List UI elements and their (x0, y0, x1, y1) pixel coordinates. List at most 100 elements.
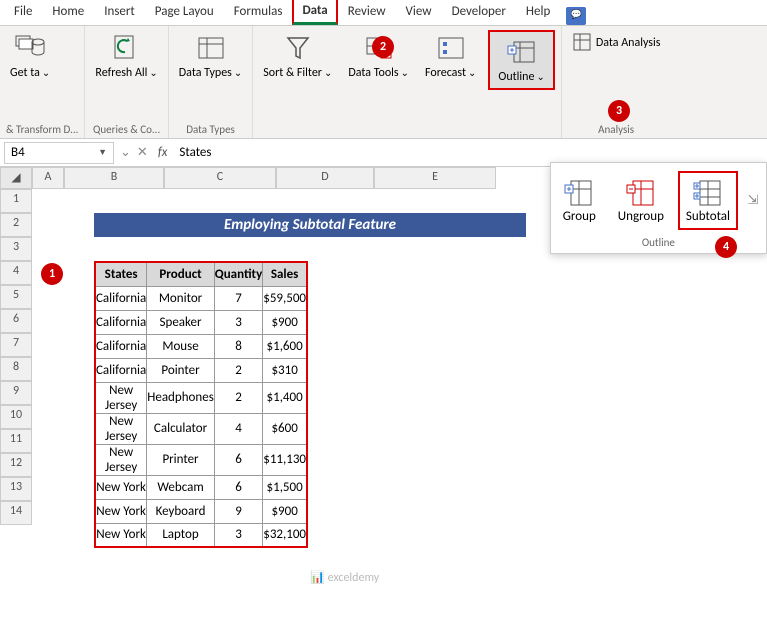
cell[interactable]: $11,130 (263, 444, 307, 475)
tab-developer[interactable]: Developer (442, 0, 516, 25)
table-row[interactable]: CaliforniaPointer2$310 (95, 358, 307, 382)
outline-button[interactable]: Outline (488, 30, 554, 90)
tab-data[interactable]: Data (292, 0, 337, 25)
row-8[interactable]: 8 (0, 357, 32, 381)
cell[interactable]: $600 (263, 413, 307, 444)
col-A[interactable]: A (32, 167, 64, 189)
tab-view[interactable]: View (396, 0, 442, 25)
row-1[interactable]: 1 (0, 189, 32, 213)
tab-file[interactable]: File (4, 0, 42, 25)
cell[interactable]: 3 (214, 310, 262, 334)
table-row[interactable]: New JerseyPrinter6$11,130 (95, 444, 307, 475)
cell[interactable]: 4 (214, 413, 262, 444)
tab-review[interactable]: Review (338, 0, 396, 25)
table-row[interactable]: New YorkWebcam6$1,500 (95, 475, 307, 499)
header-states[interactable]: States (95, 262, 147, 286)
row-4[interactable]: 4 (0, 261, 32, 285)
cell[interactable]: Mouse (147, 334, 215, 358)
cell[interactable]: New Jersey (95, 413, 147, 444)
cell[interactable]: $59,500 (263, 286, 307, 310)
header-sales[interactable]: Sales (263, 262, 307, 286)
cell[interactable]: New York (95, 523, 147, 547)
cell[interactable]: 9 (214, 499, 262, 523)
table-row[interactable]: CaliforniaMonitor7$59,500 (95, 286, 307, 310)
col-C[interactable]: C (164, 167, 276, 189)
cell[interactable]: $1,500 (263, 475, 307, 499)
cell[interactable]: $900 (263, 310, 307, 334)
table-row[interactable]: New JerseyCalculator4$600 (95, 413, 307, 444)
header-quantity[interactable]: Quantity (214, 262, 262, 286)
cell[interactable]: $1,600 (263, 334, 307, 358)
cell[interactable]: Printer (147, 444, 215, 475)
cell[interactable]: 8 (214, 334, 262, 358)
cell[interactable]: Laptop (147, 523, 215, 547)
row-9[interactable]: 9 (0, 381, 32, 405)
col-D[interactable]: D (276, 167, 374, 189)
expand-icon[interactable]: ⇲ (744, 171, 762, 230)
cell[interactable]: Pointer (147, 358, 215, 382)
group-button[interactable]: Group (555, 171, 604, 230)
refresh-all-button[interactable]: Refresh All (91, 30, 161, 82)
row-13[interactable]: 13 (0, 477, 32, 501)
cell[interactable]: 6 (214, 444, 262, 475)
cell[interactable]: Webcam (147, 475, 215, 499)
cancel-icon[interactable]: ✕ (137, 145, 148, 160)
sort-filter-button[interactable]: Sort & Filter (259, 30, 336, 90)
row-6[interactable]: 6 (0, 309, 32, 333)
row-14[interactable]: 14 (0, 501, 32, 525)
cell[interactable]: California (95, 310, 147, 334)
header-product[interactable]: Product (147, 262, 215, 286)
select-all[interactable]: ◢ (0, 167, 32, 189)
cell[interactable]: California (95, 334, 147, 358)
row-11[interactable]: 11 (0, 429, 32, 453)
tab-formulas[interactable]: Formulas (224, 0, 293, 25)
ungroup-button[interactable]: Ungroup (610, 171, 672, 230)
data-types-button[interactable]: Data Types (175, 30, 246, 82)
fx-icon[interactable]: fx (158, 145, 168, 160)
cell[interactable]: California (95, 286, 147, 310)
row-5[interactable]: 5 (0, 285, 32, 309)
data-table[interactable]: States Product Quantity Sales California… (94, 261, 308, 548)
tab-insert[interactable]: Insert (94, 0, 145, 25)
table-row[interactable]: New JerseyHeadphones2$1,400 (95, 382, 307, 413)
row-10[interactable]: 10 (0, 405, 32, 429)
cell[interactable]: Monitor (147, 286, 215, 310)
cell[interactable]: Headphones (147, 382, 215, 413)
cell[interactable]: $900 (263, 499, 307, 523)
tab-page-layout[interactable]: Page Layou (145, 0, 224, 25)
row-2[interactable]: 2 (0, 213, 32, 237)
table-row[interactable]: New YorkKeyboard9$900 (95, 499, 307, 523)
cell[interactable]: 2 (214, 382, 262, 413)
cell[interactable]: $1,400 (263, 382, 307, 413)
cell[interactable]: Keyboard (147, 499, 215, 523)
cell[interactable]: 6 (214, 475, 262, 499)
cell[interactable]: New York (95, 499, 147, 523)
cell[interactable]: New Jersey (95, 444, 147, 475)
col-B[interactable]: B (64, 167, 164, 189)
row-12[interactable]: 12 (0, 453, 32, 477)
title-cell[interactable]: Employing Subtotal Feature (94, 213, 526, 237)
table-row[interactable]: CaliforniaSpeaker3$900 (95, 310, 307, 334)
row-3[interactable]: 3 (0, 237, 32, 261)
name-box[interactable]: B4▼ (4, 142, 114, 164)
insert-function-icon[interactable]: ⌄ (120, 145, 131, 160)
formula-bar[interactable]: States (173, 143, 767, 162)
table-row[interactable]: CaliforniaMouse8$1,600 (95, 334, 307, 358)
col-E[interactable]: E (374, 167, 496, 189)
get-data-button[interactable]: Get ta (6, 30, 54, 82)
subtotal-button[interactable]: Subtotal (678, 171, 738, 230)
cell[interactable]: New Jersey (95, 382, 147, 413)
table-row[interactable]: New YorkLaptop3$32,100 (95, 523, 307, 547)
row-7[interactable]: 7 (0, 333, 32, 357)
cell[interactable]: 2 (214, 358, 262, 382)
comments-icon[interactable]: 💬 (566, 7, 586, 25)
cell[interactable]: Calculator (147, 413, 215, 444)
forecast-button[interactable]: Forecast (421, 30, 480, 90)
cell[interactable]: $310 (263, 358, 307, 382)
cell[interactable]: Speaker (147, 310, 215, 334)
data-analysis-button[interactable]: Data Analysis (568, 30, 665, 54)
cell[interactable]: 7 (214, 286, 262, 310)
tab-help[interactable]: Help (516, 0, 560, 25)
cell[interactable]: California (95, 358, 147, 382)
tab-home[interactable]: Home (42, 0, 94, 25)
